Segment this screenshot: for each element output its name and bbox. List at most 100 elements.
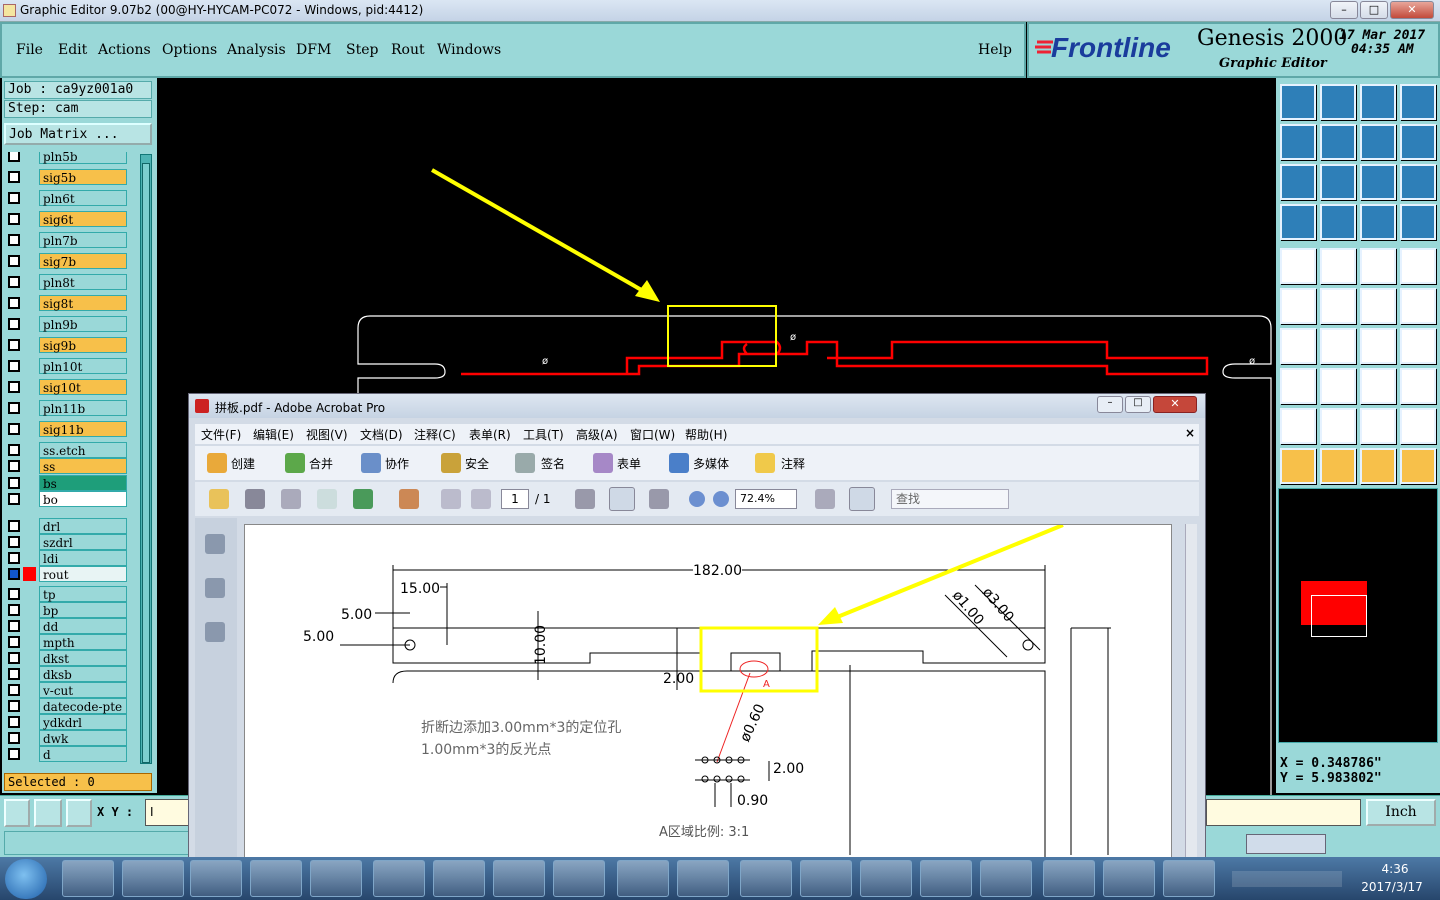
triangle-red-icon[interactable] xyxy=(1280,408,1316,444)
menu-actions[interactable]: Actions xyxy=(98,42,151,58)
layer-checkbox[interactable] xyxy=(8,213,20,225)
acro-menu-close-icon[interactable]: × xyxy=(1185,426,1195,440)
layer-row[interactable]: dkst xyxy=(5,650,127,667)
select-icon[interactable] xyxy=(1320,448,1356,484)
layer-name[interactable]: ss.etch xyxy=(39,442,127,458)
taskbar-app-acrobat[interactable] xyxy=(1163,860,1215,897)
acro-menu-help[interactable]: 帮助(H) xyxy=(685,426,727,443)
layer-name[interactable]: d xyxy=(39,746,127,762)
layer-row[interactable]: pln9b xyxy=(5,316,127,333)
layer-row[interactable]: sig11b xyxy=(5,421,127,438)
layer-row[interactable]: bp xyxy=(5,602,127,619)
layer-checkbox[interactable] xyxy=(8,732,20,744)
layer-name[interactable]: v-cut xyxy=(39,682,127,698)
layer-name[interactable]: pln11b xyxy=(39,400,127,416)
lasso-icon[interactable] xyxy=(1360,448,1396,484)
taskbar-app-shell[interactable] xyxy=(62,860,114,897)
taskbar-app-frontline[interactable] xyxy=(1043,860,1095,897)
layer-name[interactable]: dd xyxy=(39,618,127,634)
tool-collaborate[interactable]: 协作 xyxy=(385,455,409,472)
zoom-next-icon[interactable] xyxy=(1320,124,1356,160)
layer-checkbox[interactable] xyxy=(8,192,20,204)
layer-row[interactable]: pln8t xyxy=(5,274,127,291)
snap-icon[interactable] xyxy=(4,799,30,827)
layer-name[interactable]: dwk xyxy=(39,730,127,746)
tool-create[interactable]: 创建 xyxy=(231,455,255,472)
layer-row[interactable]: sig8t xyxy=(5,295,127,312)
center-icon[interactable] xyxy=(1320,164,1356,200)
save-job-icon[interactable] xyxy=(1320,84,1356,120)
acro-menu-advanced[interactable]: 高级(A) xyxy=(576,426,618,443)
grid-icon[interactable] xyxy=(66,799,92,827)
layer-row[interactable]: ss.etch xyxy=(5,442,127,459)
taskbar-app-excel-2[interactable] xyxy=(433,860,485,897)
layer-row[interactable]: pln10t xyxy=(5,358,127,375)
acro-menu-file[interactable]: 文件(F) xyxy=(201,426,241,443)
menu-windows[interactable]: Windows xyxy=(437,42,501,58)
triangle-b-icon[interactable] xyxy=(1360,408,1396,444)
layer-checkbox[interactable] xyxy=(8,234,20,246)
taskbar-app-genesis[interactable] xyxy=(122,860,184,897)
layer-checkbox[interactable] xyxy=(8,620,20,632)
layer-checkbox[interactable] xyxy=(8,460,20,472)
tool-security[interactable]: 安全 xyxy=(465,455,489,472)
layer-name[interactable]: ldi xyxy=(39,550,127,566)
hand-tool-icon[interactable] xyxy=(609,487,635,511)
fit-page-icon[interactable] xyxy=(849,487,875,511)
layer-checkbox[interactable] xyxy=(8,444,20,456)
layer-checkbox[interactable] xyxy=(8,700,20,712)
taskbar-app-excel-1[interactable] xyxy=(373,860,425,897)
layer-checkbox[interactable] xyxy=(8,171,20,183)
connect-icon[interactable] xyxy=(1280,288,1316,324)
system-tray[interactable] xyxy=(1232,871,1342,887)
taskbar-app-editor-1[interactable] xyxy=(740,860,792,897)
xy-input-tail[interactable] xyxy=(1206,799,1361,826)
layer-checkbox[interactable] xyxy=(8,668,20,680)
fit-icon[interactable] xyxy=(1280,164,1316,200)
measure-icon[interactable] xyxy=(34,799,62,827)
menu-edit[interactable]: Edit xyxy=(58,42,87,58)
menu-step[interactable]: Step xyxy=(346,42,378,58)
acro-menu-view[interactable]: 视图(V) xyxy=(306,426,348,443)
taskbar-app-word[interactable] xyxy=(1103,860,1155,897)
shape-icon[interactable] xyxy=(1320,248,1356,284)
triangle-a-icon[interactable] xyxy=(1320,408,1356,444)
layer-name[interactable]: sig10t xyxy=(39,379,127,395)
layer-row[interactable]: sig10t xyxy=(5,379,127,396)
tool-multimedia[interactable]: 多媒体 xyxy=(693,455,729,472)
layer-row[interactable]: mpth xyxy=(5,634,127,651)
acro-menu-document[interactable]: 文档(D) xyxy=(360,426,403,443)
tool-forms[interactable]: 表单 xyxy=(617,455,641,472)
swap-icon[interactable] xyxy=(1360,124,1396,160)
layer-checkbox[interactable] xyxy=(8,152,20,162)
layer-row[interactable]: v-cut xyxy=(5,682,127,699)
grid-toggle-icon[interactable] xyxy=(1320,204,1356,240)
layer-name[interactable]: sig9b xyxy=(39,337,127,353)
layer-row[interactable]: drl xyxy=(5,518,127,535)
search-input[interactable]: 查找 xyxy=(891,489,1009,509)
layer-checkbox[interactable] xyxy=(8,748,20,760)
layer-checkbox[interactable] xyxy=(8,255,20,267)
save-icon[interactable] xyxy=(281,489,301,509)
taskbar-app-editor-3[interactable] xyxy=(860,860,912,897)
layer-checkbox[interactable] xyxy=(8,381,20,393)
layer-name[interactable]: pln5b xyxy=(39,152,127,164)
dimension-icon[interactable] xyxy=(1360,368,1396,404)
taskbar-app-photo[interactable] xyxy=(617,860,669,897)
layer-checkbox[interactable] xyxy=(8,476,20,489)
prev-page-icon[interactable] xyxy=(441,489,461,509)
layer-name[interactable]: pln6t xyxy=(39,190,127,206)
upload-icon[interactable] xyxy=(353,489,373,509)
open-job-icon[interactable] xyxy=(1280,84,1316,120)
triangle-c-icon[interactable] xyxy=(1400,408,1436,444)
layer-name[interactable]: bs xyxy=(39,474,127,491)
zoom-tool-icon[interactable] xyxy=(649,489,669,509)
layer-checkbox[interactable] xyxy=(8,568,20,580)
layer-checkbox[interactable] xyxy=(8,402,20,414)
zoom-out-icon[interactable] xyxy=(689,491,705,507)
taskbar-app-editor-5[interactable] xyxy=(980,860,1032,897)
overview-map[interactable] xyxy=(1278,488,1438,743)
layer-name[interactable]: sig5b xyxy=(39,169,127,185)
tool-combine[interactable]: 合并 xyxy=(309,455,333,472)
next-page-icon[interactable] xyxy=(471,489,491,509)
